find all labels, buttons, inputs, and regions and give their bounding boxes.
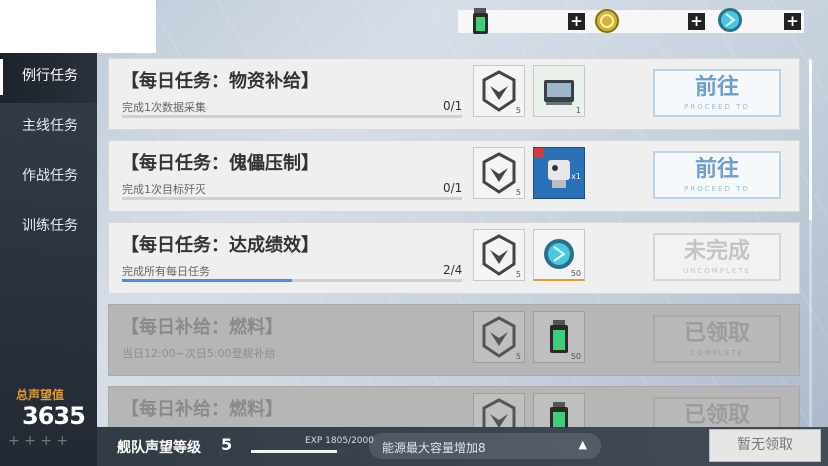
action-sublabel: COMPLETE (690, 349, 744, 357)
fuel-canister-icon (470, 6, 496, 36)
decoration-crosses: + + + + (8, 433, 69, 449)
fleet-reputation-label: 舰队声望等级 (117, 440, 201, 456)
logo-placeholder (0, 0, 156, 53)
proceed-button[interactable]: 前往 PROCEED TO (653, 69, 781, 117)
task-title: 【每日补给：燃料】 (121, 399, 283, 420)
reward-qty: 1 (575, 106, 581, 115)
action-label: 未完成 (683, 239, 750, 264)
gold-coin-icon (594, 8, 620, 38)
action-sublabel: PROCEED TO (684, 103, 750, 111)
task-description: 当日12:00~次日5:00登舰补给 (122, 347, 276, 360)
mech-unit-card-icon (534, 148, 584, 202)
claim-all-button[interactable]: 暂无领取 (709, 429, 821, 462)
reputation-value: 3635 (22, 402, 86, 430)
task-card: 【每日任务：物资补给】 完成1次数据采集 0/1 5 1 前往 PROCEED … (108, 58, 800, 130)
reward-qty: 50 (570, 352, 581, 361)
proceed-button[interactable]: 前往 PROCEED TO (653, 151, 781, 199)
task-card: 【每日补给：燃料】 当日12:00~次日5:00登舰补给 5 50 已领取 CO… (108, 304, 800, 376)
action-label: 前往 (694, 157, 739, 182)
reward-qty: 5 (515, 270, 521, 279)
incomplete-button[interactable]: 未完成 UNCOMPLETE (653, 233, 781, 281)
task-card: 【每日任务：达成绩效】 完成所有每日任务 2/4 5 50 未完成 UNCOMP… (108, 222, 800, 294)
sidebar-item-combat-tasks[interactable]: 作战任务 (0, 153, 97, 203)
task-card: 【每日任务：傀儡压制】 完成1次目标歼灭 0/1 5 x1 前往 PROCEED… (108, 140, 800, 212)
action-sublabel: PROCEED TO (684, 185, 750, 193)
task-progress: 2/4 (443, 263, 463, 277)
bottom-bar: 舰队声望等级 5 EXP 1805/2000 能源最大容量增加8 ▲ 暂无领取 (97, 427, 828, 466)
reward-qty: x1 (571, 172, 581, 181)
task-progress: 0/1 (443, 181, 463, 195)
reward-qty: 5 (515, 352, 521, 361)
claimed-button[interactable]: 已领取 (653, 397, 781, 428)
claimed-button[interactable]: 已领取 COMPLETE (653, 315, 781, 363)
reward-item[interactable]: 5 (473, 229, 525, 281)
task-title: 【每日任务：达成绩效】 (121, 235, 319, 256)
reward-item[interactable]: 50 (533, 229, 585, 281)
action-label: 前往 (694, 75, 739, 100)
reward-item[interactable] (473, 393, 525, 428)
task-progress-bar (122, 279, 462, 282)
level-bonus-text: 能源最大容量增加8 (382, 441, 486, 455)
sidebar-item-routine-tasks[interactable]: 例行任务 (0, 53, 97, 103)
action-label: 已领取 (683, 321, 750, 346)
task-list: 【每日任务：物资补给】 完成1次数据采集 0/1 5 1 前往 PROCEED … (108, 58, 800, 428)
task-card: 【每日补给：燃料】 已领取 (108, 386, 800, 428)
reward-item[interactable]: 1 (533, 65, 585, 117)
exp-bar (251, 450, 346, 453)
add-energy-button[interactable]: + (784, 13, 801, 30)
task-description: 完成1次目标歼灭 (122, 183, 206, 196)
energy-core-icon (716, 5, 742, 35)
task-progress-bar (122, 115, 462, 118)
task-description: 完成1次数据采集 (122, 101, 206, 114)
action-sublabel: UNCOMPLETE (682, 267, 752, 275)
action-label: 已领取 (683, 403, 750, 428)
reward-item[interactable]: 5 (473, 311, 525, 363)
reward-item[interactable]: 50 (533, 311, 585, 363)
sidebar: 例行任务 主线任务 作战任务 训练任务 总声望值 3635 + + + + (0, 53, 97, 466)
task-description: 完成所有每日任务 (122, 265, 210, 278)
exp-text: EXP 1805/2000 (305, 436, 374, 446)
sidebar-item-main-tasks[interactable]: 主线任务 (0, 103, 97, 153)
reward-qty: 50 (570, 269, 581, 278)
sidebar-item-training-tasks[interactable]: 训练任务 (0, 203, 97, 253)
reward-item[interactable]: 5 (473, 147, 525, 199)
currency-bar: + + + (458, 8, 804, 34)
task-title: 【每日补给：燃料】 (121, 317, 283, 338)
fleet-reputation-level: 5 (221, 435, 233, 454)
reward-item[interactable]: x1 (533, 147, 585, 199)
expand-arrow-icon: ▲ (578, 438, 587, 451)
reward-item[interactable] (533, 393, 585, 428)
task-title: 【每日任务：傀儡压制】 (121, 153, 319, 174)
task-title: 【每日任务：物资补给】 (121, 71, 319, 92)
task-progress-bar (122, 197, 462, 200)
task-progress: 0/1 (443, 99, 463, 113)
reward-item[interactable]: 5 (473, 65, 525, 117)
add-coin-button[interactable]: + (688, 13, 705, 30)
add-fuel-button[interactable]: + (568, 13, 585, 30)
scrollbar-thumb[interactable] (809, 60, 812, 220)
reward-qty: 5 (515, 188, 521, 197)
level-bonus-dropdown[interactable]: 能源最大容量增加8 ▲ (369, 433, 601, 459)
reward-qty: 5 (515, 106, 521, 115)
reputation-label: 总声望值 (16, 388, 65, 402)
